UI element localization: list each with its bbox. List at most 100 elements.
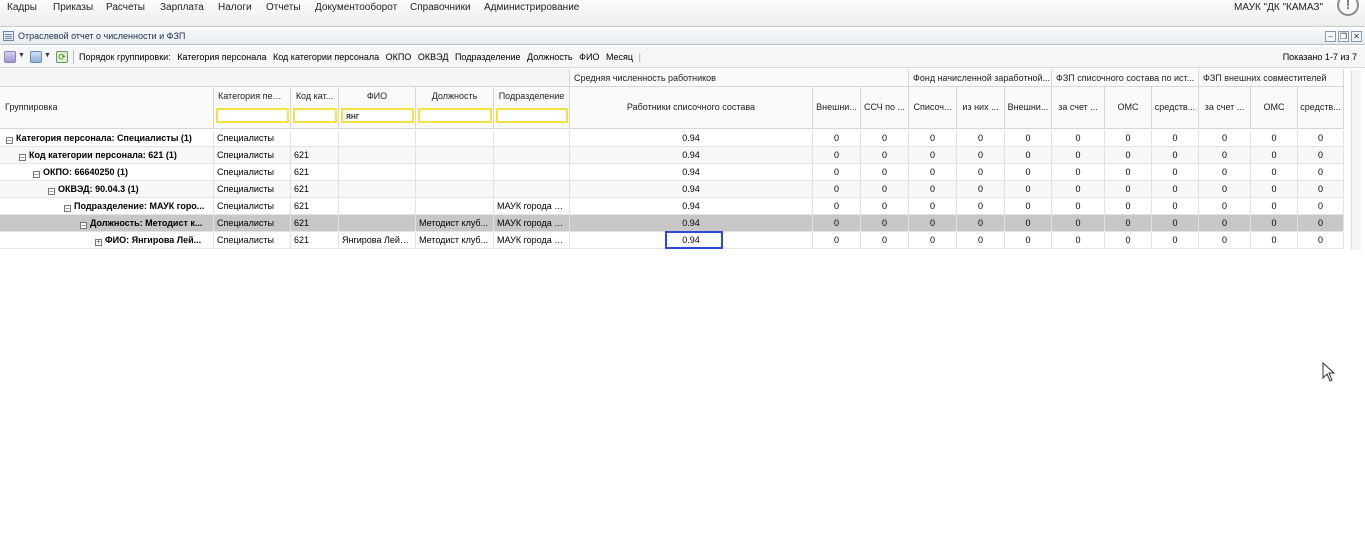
fio-cell[interactable] — [339, 198, 416, 215]
value-cell[interactable]: 0 — [1199, 232, 1251, 249]
value-cell[interactable]: 0 — [1052, 232, 1105, 249]
column-header-n11[interactable]: средств... — [1298, 87, 1344, 129]
value-cell[interactable]: 0 — [957, 232, 1005, 249]
value-cell[interactable]: 0 — [1005, 130, 1052, 147]
code-cell[interactable] — [291, 130, 339, 147]
department-filter-input[interactable] — [496, 108, 568, 123]
fio-cell[interactable] — [339, 147, 416, 164]
category-cell[interactable]: Специалисты — [214, 215, 291, 232]
column-header-n9[interactable]: за счет ... — [1199, 87, 1251, 129]
position-cell[interactable] — [416, 181, 494, 198]
value-cell[interactable]: 0 — [909, 147, 957, 164]
value-cell[interactable]: 0 — [1298, 164, 1344, 181]
value-cell[interactable]: 0 — [1152, 232, 1199, 249]
category-cell[interactable]: Специалисты — [214, 164, 291, 181]
value-cell[interactable]: 0 — [1251, 198, 1298, 215]
position-cell[interactable]: Методист клуб... — [416, 215, 494, 232]
group-cell[interactable]: + ФИО: Янгирова Лей... — [0, 232, 214, 249]
position-cell[interactable] — [416, 130, 494, 147]
value-cell[interactable]: 0 — [1052, 181, 1105, 198]
category-cell[interactable]: Специалисты — [214, 147, 291, 164]
value-cell[interactable]: 0 — [861, 147, 909, 164]
value-cell[interactable]: 0 — [909, 198, 957, 215]
minimize-button[interactable]: – — [1325, 31, 1336, 42]
code-cell[interactable]: 621 — [291, 198, 339, 215]
value-cell[interactable]: 0 — [861, 215, 909, 232]
menu-dokumentooborot[interactable]: Документооборот — [315, 2, 397, 13]
column-header-n2[interactable]: ССЧ по ... — [861, 87, 909, 129]
code-cell[interactable]: 621 — [291, 164, 339, 181]
value-cell[interactable]: 0 — [1052, 130, 1105, 147]
value-cell[interactable]: 0 — [861, 198, 909, 215]
value-cell[interactable]: 0 — [1152, 130, 1199, 147]
collapse-icon[interactable]: – — [6, 137, 13, 144]
value-cell[interactable]: 0 — [1105, 198, 1152, 215]
category-cell[interactable]: Специалисты — [214, 181, 291, 198]
group-cell[interactable]: – Должность: Методист к... — [0, 215, 214, 232]
value-cell[interactable]: 0 — [1105, 130, 1152, 147]
fio-cell[interactable] — [339, 130, 416, 147]
value-cell[interactable]: 0 — [1298, 232, 1344, 249]
menu-spravochniki[interactable]: Справочники — [410, 2, 471, 13]
table-row[interactable]: – Должность: Методист к... Специалисты 621 М… — [0, 215, 1344, 232]
value-cell[interactable]: 0 — [1105, 232, 1152, 249]
alert-icon[interactable]: ! — [1337, 0, 1359, 16]
group-chip-category-code[interactable]: Код категории персонала — [273, 52, 379, 62]
menu-kadry[interactable]: Кадры — [7, 2, 37, 13]
fio-cell[interactable] — [339, 215, 416, 232]
column-header-n8[interactable]: средств... — [1152, 87, 1199, 129]
workers-cell[interactable]: 0.94 — [570, 215, 813, 232]
value-cell[interactable]: 0 — [813, 232, 861, 249]
expand-icon[interactable]: + — [95, 239, 102, 246]
group-chip-fio[interactable]: ФИО — [579, 52, 599, 62]
category-cell[interactable]: Специалисты — [214, 232, 291, 249]
column-header-n1[interactable]: Внешни... — [813, 87, 861, 129]
fio-cell[interactable]: Янгирова Лейл... — [339, 232, 416, 249]
value-cell[interactable]: 0 — [1199, 181, 1251, 198]
column-header-n5[interactable]: Внешни... — [1005, 87, 1052, 129]
group-cell[interactable]: – Код категории персонала: 621 (1) — [0, 147, 214, 164]
value-cell[interactable]: 0 — [957, 198, 1005, 215]
export-menu-icon[interactable] — [30, 51, 42, 63]
value-cell[interactable]: 0 — [1152, 181, 1199, 198]
fio-filter-input[interactable]: янг — [341, 108, 414, 123]
group-cell[interactable]: – ОКВЭД: 90.04.3 (1) — [0, 181, 214, 198]
column-header-n3[interactable]: Списоч... — [909, 87, 957, 129]
value-cell[interactable]: 0 — [861, 181, 909, 198]
code-cell[interactable]: 621 — [291, 181, 339, 198]
position-cell[interactable] — [416, 198, 494, 215]
collapse-icon[interactable]: – — [33, 171, 40, 178]
chevron-down-icon[interactable]: ▼ — [18, 52, 25, 59]
value-cell[interactable]: 0 — [1005, 164, 1052, 181]
value-cell[interactable]: 0 — [1152, 164, 1199, 181]
menu-nalogi[interactable]: Налоги — [218, 2, 252, 13]
fio-cell[interactable] — [339, 181, 416, 198]
value-cell[interactable]: 0 — [1298, 147, 1344, 164]
organization-name[interactable]: МАУК "ДК "КАМАЗ" — [1234, 2, 1323, 13]
position-filter-input[interactable] — [418, 108, 492, 123]
value-cell[interactable]: 0 — [813, 147, 861, 164]
value-cell[interactable]: 0 — [1105, 147, 1152, 164]
department-cell[interactable] — [494, 147, 570, 164]
value-cell[interactable]: 0 — [1005, 181, 1052, 198]
workers-cell[interactable]: 0.94 — [570, 164, 813, 181]
value-cell[interactable]: 0 — [1152, 147, 1199, 164]
value-cell[interactable]: 0 — [957, 164, 1005, 181]
position-cell[interactable] — [416, 147, 494, 164]
table-row[interactable]: – ОКВЭД: 90.04.3 (1) Специалисты 621 0.94 0 0 0… — [0, 181, 1344, 198]
value-cell[interactable]: 0 — [957, 181, 1005, 198]
workers-cell[interactable]: 0.94 — [570, 147, 813, 164]
value-cell[interactable]: 0 — [1005, 215, 1052, 232]
value-cell[interactable]: 0 — [813, 181, 861, 198]
value-cell[interactable]: 0 — [1199, 198, 1251, 215]
category-filter-input[interactable] — [216, 108, 289, 123]
value-cell[interactable]: 0 — [1199, 147, 1251, 164]
value-cell[interactable]: 0 — [1199, 164, 1251, 181]
code-cell[interactable]: 621 — [291, 215, 339, 232]
group-cell[interactable]: – Категория персонала: Специалисты (1) — [0, 130, 214, 147]
collapse-icon[interactable]: – — [80, 222, 87, 229]
collapse-icon[interactable]: – — [19, 154, 26, 161]
column-header-n7[interactable]: ОМС — [1105, 87, 1152, 129]
value-cell[interactable]: 0 — [861, 232, 909, 249]
value-cell[interactable]: 0 — [1298, 198, 1344, 215]
